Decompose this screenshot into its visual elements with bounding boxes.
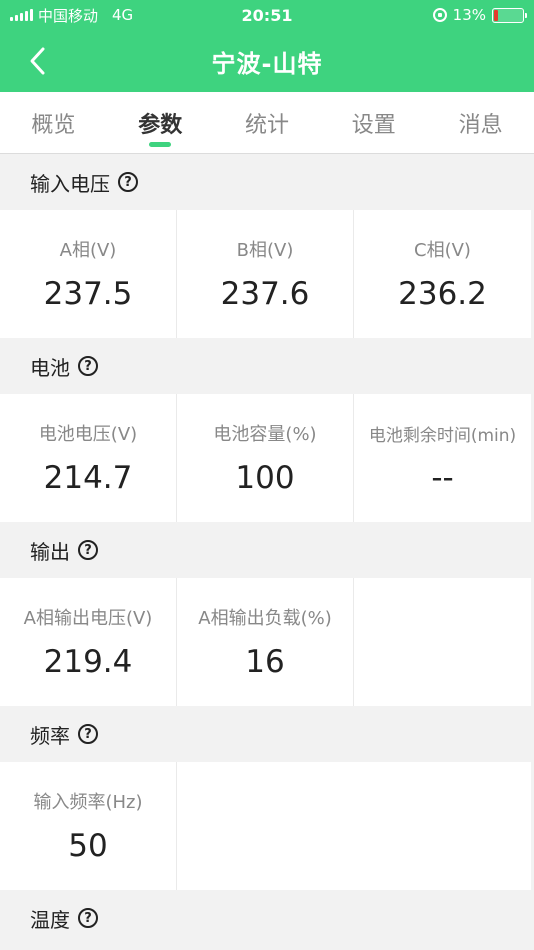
signal-icon [10,9,33,21]
empty-cell [354,578,531,706]
network-label: 4G [112,6,134,24]
metric-value: 237.6 [220,276,310,312]
metric-label: 电池容量(%) [213,424,317,445]
metric-value: 50 [68,828,108,864]
section-input-voltage-grid: A相(V) 237.5 B相(V) 237.6 C相(V) 236.2 [0,210,534,338]
tab-label: 消息 [458,112,503,138]
section-title: 电池 [30,355,70,380]
metric-cell: A相输出负载(%) 16 [177,578,354,706]
empty-cell [177,762,354,890]
orientation-lock-icon [432,8,447,22]
header: 中国移动 4G 20:51 13% 宁波-山特 [0,0,534,92]
section-output-grid: A相输出电压(V) 219.4 A相输出负载(%) 16 [0,578,534,706]
metric-cell: B相(V) 237.6 [177,210,354,338]
section-title: 输入电压 [30,171,110,196]
section-temperature-header: 温度 ? [0,890,534,946]
tab-messages[interactable]: 消息 [427,92,534,153]
metric-value: -- [431,459,454,496]
section-frequency-header: 频率 ? [0,706,534,762]
status-right: 13% [432,6,527,24]
section-frequency-grid: 输入频率(Hz) 50 [0,762,534,890]
help-icon[interactable]: ? [78,356,98,376]
section-input-voltage-header: 输入电压 ? [0,154,534,210]
tab-bar: 概览 参数 统计 设置 消息 [0,92,534,154]
metric-label: B相(V) [236,240,294,261]
metric-label: 电池剩余时间(min) [368,425,517,446]
section-title: 温度 [30,907,70,932]
metric-cell: 电池容量(%) 100 [177,394,354,522]
page-title: 宁波-山特 [211,49,323,78]
back-icon[interactable] [20,44,54,78]
metric-label: 输入频率(Hz) [33,792,143,813]
metric-value: 100 [235,460,295,496]
tab-parameters[interactable]: 参数 [107,92,214,153]
section-title: 输出 [30,539,70,564]
section-title: 频率 [30,723,70,748]
metric-label: A相输出负载(%) [198,608,332,629]
metric-value: 236.2 [398,276,487,312]
empty-cell [354,762,531,890]
battery-icon [492,7,527,23]
status-left: 中国移动 4G [10,5,133,26]
help-icon[interactable]: ? [78,540,98,560]
metric-value: 16 [245,644,285,680]
metric-cell: 电池电压(V) 214.7 [0,394,177,522]
metric-value: 214.7 [43,460,133,496]
metric-cell: 输入频率(Hz) 50 [0,762,177,890]
app-root: 中国移动 4G 20:51 13% 宁波-山特 概览 参数 统计 设置 消息 输… [0,0,534,950]
battery-level [494,9,498,21]
metric-cell: A相(V) 237.5 [0,210,177,338]
tab-statistics[interactable]: 统计 [214,92,321,153]
metric-label: C相(V) [414,240,471,261]
metric-cell: 电池剩余时间(min) -- [354,394,531,522]
metric-value: 219.4 [43,644,133,680]
carrier-label: 中国移动 [38,6,99,25]
help-icon[interactable]: ? [78,724,98,744]
metric-value: 237.5 [43,276,133,312]
tab-label: 设置 [351,112,396,138]
metric-label: 电池电压(V) [38,424,138,445]
tab-label: 参数 [138,112,183,138]
metric-cell: A相输出电压(V) 219.4 [0,578,177,706]
section-battery-header: 电池 ? [0,338,534,394]
metric-cell: C相(V) 236.2 [354,210,531,338]
status-bar: 中国移动 4G 20:51 13% [0,0,534,30]
tab-label: 概览 [31,112,76,138]
section-output-header: 输出 ? [0,522,534,578]
metric-label: A相(V) [59,240,117,261]
section-battery-grid: 电池电压(V) 214.7 电池容量(%) 100 电池剩余时间(min) -- [0,394,534,522]
battery-percent: 13% [452,6,486,24]
help-icon[interactable]: ? [118,172,138,192]
tab-overview[interactable]: 概览 [0,92,107,153]
nav-bar: 宁波-山特 [0,30,534,92]
help-icon[interactable]: ? [78,908,98,928]
tab-label: 统计 [244,112,289,138]
tab-settings[interactable]: 设置 [320,92,427,153]
metric-label: A相输出电压(V) [23,608,153,629]
